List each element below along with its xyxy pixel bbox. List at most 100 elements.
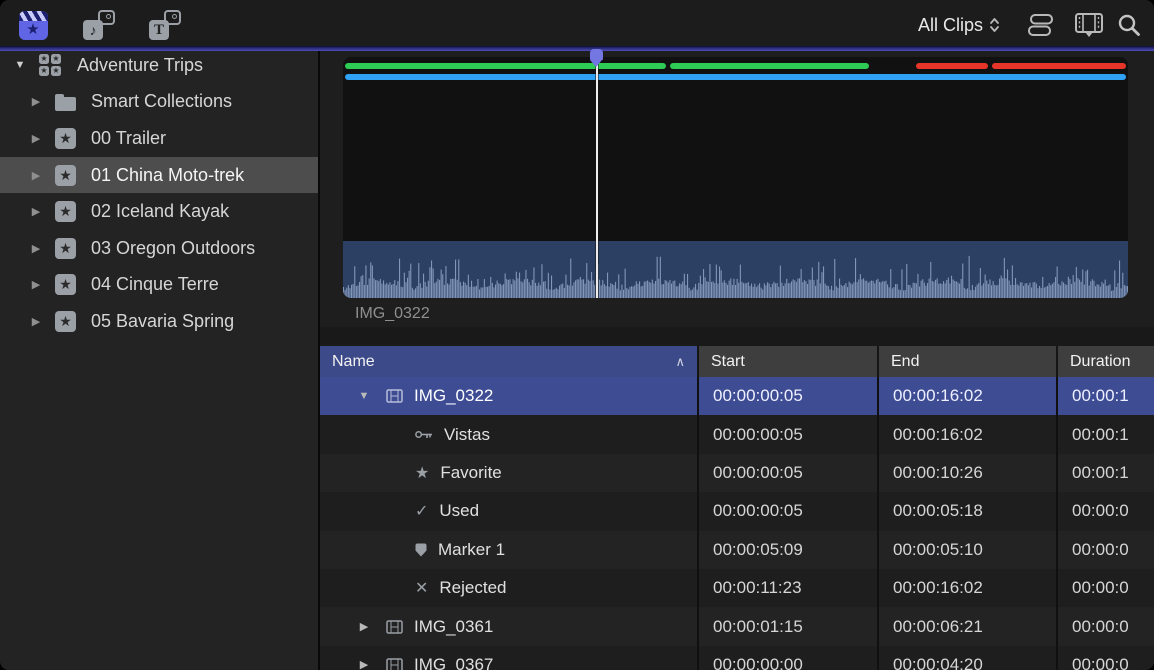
star-collection-icon: ★ <box>55 128 76 149</box>
end-cell: 00:00:16:02 <box>877 415 1056 453</box>
name-cell: Vistas <box>320 415 697 453</box>
end-cell: 00:00:10:26 <box>877 454 1056 492</box>
keyword-icon <box>415 429 433 440</box>
clip-filmstrip[interactable] <box>343 57 1128 298</box>
duration-cell: 00:00:1 <box>1056 415 1154 453</box>
libraries-sidebar: ▼★★★★Adventure Trips▶Smart Collections▶★… <box>0 51 318 670</box>
sidebar-item-label: Adventure Trips <box>77 55 203 76</box>
filmstrip-view-button[interactable] <box>1072 9 1106 41</box>
search-button[interactable] <box>1112 9 1146 41</box>
start-cell: 00:00:00:00 <box>697 646 877 670</box>
disclosure-triangle-icon[interactable]: ▶ <box>28 205 44 218</box>
name-cell: ▶IMG_0361 <box>320 607 697 645</box>
clip-icon <box>386 620 403 634</box>
filmstrip-view-icon <box>1074 12 1104 39</box>
table-row-favorite[interactable]: ★Favorite00:00:00:0500:00:10:2600:00:1 <box>320 454 1154 492</box>
table-row-img-0322[interactable]: ▼IMG_032200:00:00:0500:00:16:0200:00:1 <box>320 377 1154 415</box>
end-cell: 00:00:05:10 <box>877 531 1056 569</box>
column-header-start[interactable]: Start <box>697 346 877 377</box>
library-icon: ★★★★ <box>39 54 62 77</box>
clapperboard-icon: ★ <box>19 11 48 40</box>
table-row-img-0361[interactable]: ▶IMG_036100:00:01:1500:00:06:2100:00:0 <box>320 607 1154 645</box>
name-cell: Marker 1 <box>320 531 697 569</box>
start-cell: 00:00:11:23 <box>697 569 877 607</box>
sidebar-item-label: 03 Oregon Outdoors <box>91 238 255 259</box>
sidebar-item-01-china-moto-trek[interactable]: ▶★01 China Moto-trek <box>0 157 318 194</box>
sidebar-item-adventure-trips[interactable]: ▼ ★★★★ Adventure Trips <box>0 47 318 84</box>
sidebar-item-smart-collections[interactable]: ▶Smart Collections <box>0 84 318 121</box>
row-name-label: Vistas <box>444 425 490 445</box>
clip-icon <box>386 389 403 403</box>
sidebar-item-label: 05 Bavaria Spring <box>91 311 234 332</box>
sidebar-item-03-oregon-outdoors[interactable]: ▶ ★ 03 Oregon Outdoors <box>0 230 318 267</box>
disclosure-triangle-icon[interactable]: ▶ <box>356 658 372 670</box>
search-icon <box>1116 12 1142 38</box>
duration-cell: 00:00:0 <box>1056 646 1154 670</box>
toolbar: ★ ♪ T All Clips <box>0 0 1154 50</box>
duration-cell: 00:00:0 <box>1056 569 1154 607</box>
end-cell: 00:00:16:02 <box>877 569 1056 607</box>
column-header-duration[interactable]: Duration <box>1056 346 1154 377</box>
duration-cell: 00:00:1 <box>1056 454 1154 492</box>
clip-filter-dropdown[interactable]: All Clips <box>918 11 1000 39</box>
rejected-stripe <box>992 63 1126 69</box>
row-name-label: IMG_0322 <box>414 386 493 406</box>
disclosure-triangle-icon[interactable]: ▶ <box>28 315 44 328</box>
disclosure-triangle-icon[interactable]: ▶ <box>28 95 44 108</box>
browser-pane: IMG_0322 Name ∧ Start End Duration ▼ IMG_… <box>320 51 1154 670</box>
disclosure-triangle-icon[interactable]: ▼ <box>356 390 372 402</box>
marker-icon <box>415 543 427 557</box>
titles-generators-sidebar-button[interactable]: T <box>148 9 182 41</box>
row-name-label: Used <box>439 501 479 521</box>
clip-list-table: Name ∧ Start End Duration ▼ IMG_0322 00:00… <box>320 346 1154 670</box>
sidebar-item-05-bavaria-spring[interactable]: ▶ ★ 05 Bavaria Spring <box>0 303 318 340</box>
clip-library-sidebar-button[interactable]: ★ <box>16 9 50 41</box>
table-header: Name ∧ Start End Duration <box>320 346 1154 377</box>
check-icon: ✓ <box>415 501 428 521</box>
table-row-used[interactable]: ✓Used00:00:00:0500:00:05:1800:00:0 <box>320 492 1154 530</box>
name-cell: ✕Rejected <box>320 569 697 607</box>
sidebar-item-04-cinque-terre[interactable]: ▶★04 Cinque Terre <box>0 267 318 304</box>
disclosure-triangle-icon[interactable]: ▶ <box>28 132 44 145</box>
table-row-marker-1[interactable]: Marker 100:00:05:0900:00:05:1000:00:0 <box>320 531 1154 569</box>
disclosure-triangle-icon[interactable]: ▶ <box>28 278 44 291</box>
duration-cell: 00:00:0 <box>1056 607 1154 645</box>
disclosure-triangle-icon[interactable]: ▶ <box>356 620 372 633</box>
duration-cell: 00:00:1 <box>1056 377 1154 415</box>
clip-name-label: IMG_0322 <box>355 305 430 323</box>
column-header-name[interactable]: Name ∧ <box>320 346 697 377</box>
table-body: ▼IMG_032200:00:00:0500:00:16:0200:00:1Vi… <box>320 377 1154 670</box>
filmstrip-frames <box>343 57 1128 241</box>
end-cell: 00:00:06:21 <box>877 607 1056 645</box>
folder-icon <box>55 93 76 111</box>
disclosure-triangle-icon[interactable]: ▶ <box>28 169 44 182</box>
favorite-icon: ★ <box>415 463 429 483</box>
sidebar-item-00-trailer[interactable]: ▶★00 Trailer <box>0 120 318 157</box>
table-row-img-0367[interactable]: ▶IMG_036700:00:00:0000:00:04:2000:00:0 <box>320 646 1154 670</box>
column-header-end[interactable]: End <box>877 346 1056 377</box>
name-cell: ▼ IMG_0322 <box>320 377 697 415</box>
favorite-stripe <box>345 63 666 69</box>
star-collection-icon: ★ <box>55 311 76 332</box>
updown-chevron-icon <box>989 16 1000 34</box>
playhead-line[interactable] <box>596 57 598 298</box>
playhead-handle[interactable] <box>590 49 603 67</box>
list-view-button[interactable] <box>1024 9 1058 41</box>
favorite-stripe <box>670 63 869 69</box>
star-collection-icon: ★ <box>55 238 76 259</box>
browser-splitter <box>320 327 1154 346</box>
start-cell: 00:00:05:09 <box>697 531 877 569</box>
sidebar-item-label: 04 Cinque Terre <box>91 274 219 295</box>
row-name-label: Rejected <box>439 578 506 598</box>
disclosure-triangle-icon[interactable]: ▼ <box>12 59 28 71</box>
disclosure-triangle-icon[interactable]: ▶ <box>28 242 44 255</box>
audio-waveform <box>343 241 1128 298</box>
row-name-label: Marker 1 <box>438 540 505 560</box>
table-row-rejected[interactable]: ✕Rejected00:00:11:2300:00:16:0200:00:0 <box>320 569 1154 607</box>
sidebar-item-02-iceland-kayak[interactable]: ▶★02 Iceland Kayak <box>0 193 318 230</box>
final-cut-pro-browser-window: ★ ♪ T All Clips <box>0 0 1154 670</box>
start-cell: 00:00:00:05 <box>697 415 877 453</box>
table-row-vistas[interactable]: Vistas 00:00:00:0500:00:16:0200:00:1 <box>320 415 1154 453</box>
start-cell: 00:00:00:05 <box>697 492 877 530</box>
photos-audio-sidebar-button[interactable]: ♪ <box>82 9 116 41</box>
